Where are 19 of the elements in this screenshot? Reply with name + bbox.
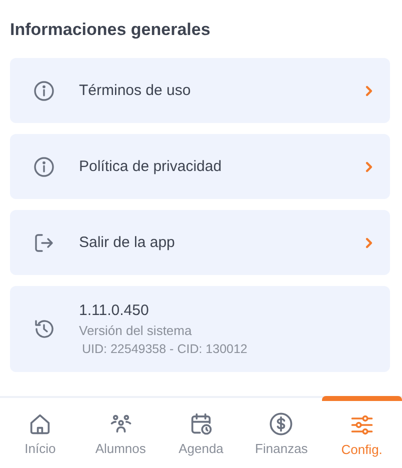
chevron-right-icon xyxy=(364,160,374,172)
nav-tab[interactable]: Alumnos xyxy=(80,398,161,468)
dollar-icon xyxy=(268,410,294,436)
menu-item[interactable]: Términos de uso xyxy=(10,58,390,123)
version-number: 1.11.0.450 xyxy=(79,302,150,319)
section-title: Informaciones generales xyxy=(10,20,212,40)
history-icon xyxy=(32,317,56,341)
menu-item[interactable]: Política de privacidad xyxy=(10,134,390,199)
chevron-right-icon xyxy=(364,84,374,96)
nav-tab[interactable]: Início xyxy=(0,398,80,468)
version-caption: Versión del sistema xyxy=(79,323,193,338)
info-icon xyxy=(32,78,56,102)
id-text: UID: 22549358 - CID: 130012 xyxy=(81,342,248,356)
menu-item[interactable]: Salir de la app xyxy=(10,210,390,275)
nav-tab[interactable]: Agenda xyxy=(160,398,242,468)
chevron-right-icon xyxy=(364,236,374,248)
nav-tab[interactable]: Config. xyxy=(322,396,402,468)
info-icon xyxy=(32,154,56,178)
nav-tab[interactable]: Finanzas xyxy=(241,398,322,468)
